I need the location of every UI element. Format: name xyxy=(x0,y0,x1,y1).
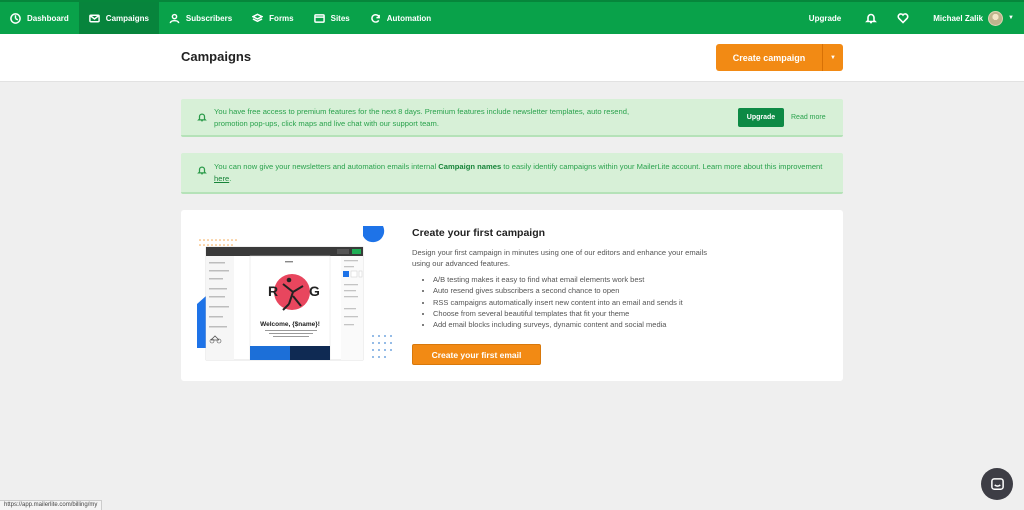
top-navigation: Dashboard Campaigns Subscribers Forms Si… xyxy=(0,0,1024,34)
preview-welcome: Welcome, {$name}! xyxy=(260,321,320,328)
nav-label: Dashboard xyxy=(27,13,69,23)
layers-icon xyxy=(252,13,264,22)
nav-label: Subscribers xyxy=(185,13,233,23)
notice-text: You have free access to premium features… xyxy=(214,107,630,128)
empty-state-card: R G Welcome, {$name}! Create your first … xyxy=(181,210,843,381)
premium-notice: You have free access to premium features… xyxy=(181,99,843,137)
list-item: Add email blocks including surveys, dyna… xyxy=(433,319,683,330)
campaign-names-notice: You can now give your newsletters and au… xyxy=(181,153,843,194)
user-menu[interactable]: Michael Zalik ▼ xyxy=(919,10,1024,26)
create-campaign-label[interactable]: Create campaign xyxy=(716,44,823,71)
avatar xyxy=(988,10,1004,26)
read-more-link[interactable]: Read more xyxy=(791,112,826,124)
favorites-button[interactable] xyxy=(887,2,919,34)
page-title: Campaigns xyxy=(181,49,252,64)
notice-text-end: . xyxy=(229,174,232,183)
list-item: A/B testing makes it easy to find what e… xyxy=(433,274,683,285)
notifications-button[interactable] xyxy=(855,2,887,34)
nav-right: Upgrade Michael Zalik ▼ xyxy=(795,2,1024,34)
nav-sites[interactable]: Sites xyxy=(304,2,360,34)
campaign-names-bold: Campaign names xyxy=(438,162,502,171)
nav-label: Campaigns xyxy=(105,13,149,23)
card-title: Create your first campaign xyxy=(412,227,546,239)
chevron-down-icon: ▼ xyxy=(1008,15,1014,21)
notice-text-middle: to easily identify campaigns within your… xyxy=(501,162,823,171)
dashboard-icon xyxy=(10,12,21,24)
user-name: Michael Zalik xyxy=(933,13,984,23)
page-header: Campaigns Create campaign ▼ xyxy=(0,34,1024,82)
nav-label: Automation xyxy=(386,13,432,23)
user-icon xyxy=(169,13,180,23)
nav-upgrade-link[interactable]: Upgrade xyxy=(795,14,855,23)
preview-letter-right: G xyxy=(309,283,320,299)
heart-icon xyxy=(897,13,909,24)
feature-list: A/B testing makes it easy to find what e… xyxy=(421,274,683,330)
mail-icon xyxy=(88,14,100,22)
nav-label: Sites xyxy=(330,13,350,23)
nav-label: Forms xyxy=(269,13,294,23)
here-link[interactable]: here xyxy=(214,174,229,183)
nav-dashboard[interactable]: Dashboard xyxy=(0,2,79,34)
create-first-email-button[interactable]: Create your first email xyxy=(412,344,541,365)
notice-text-start: You can now give your newsletters and au… xyxy=(214,162,439,171)
create-campaign-button[interactable]: Create campaign ▼ xyxy=(716,44,843,71)
list-item: Auto resend gives subscribers a second c… xyxy=(433,285,683,296)
editor-preview-illustration: R G Welcome, {$name}! xyxy=(197,226,392,361)
chevron-down-icon[interactable]: ▼ xyxy=(823,44,843,71)
notice-upgrade-button[interactable]: Upgrade xyxy=(738,108,784,127)
notice-text: You can now give your newsletters and au… xyxy=(214,161,826,185)
nav-automation[interactable]: Automation xyxy=(360,2,441,34)
preview-letter-left: R xyxy=(268,283,278,299)
chat-button[interactable] xyxy=(981,468,1013,500)
browser-icon xyxy=(313,13,325,23)
bell-icon xyxy=(865,13,878,24)
nav-subscribers[interactable]: Subscribers xyxy=(159,2,242,34)
chat-icon xyxy=(990,477,1004,490)
refresh-icon xyxy=(370,13,380,23)
nav-forms[interactable]: Forms xyxy=(242,2,303,34)
nav-campaigns[interactable]: Campaigns xyxy=(78,2,159,34)
list-item: Choose from several beautiful templates … xyxy=(433,308,683,319)
list-item: RSS campaigns automatically insert new c… xyxy=(433,297,683,308)
card-description: Design your first campaign in minutes us… xyxy=(412,248,708,268)
bell-icon xyxy=(197,112,207,122)
bell-icon xyxy=(197,165,207,175)
